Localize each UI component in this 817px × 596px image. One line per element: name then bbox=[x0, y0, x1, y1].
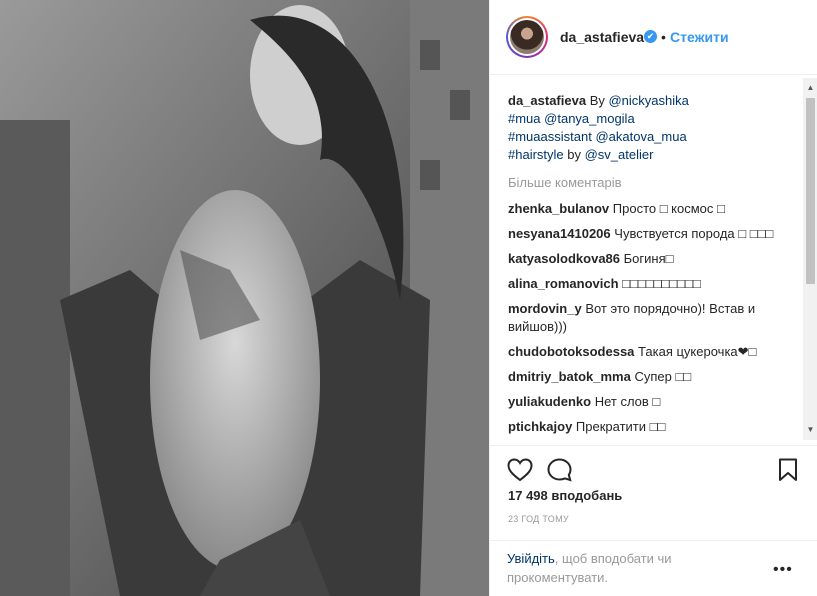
post-photo-art bbox=[0, 0, 489, 596]
comment-text: Такая цукерочка❤□ bbox=[638, 344, 757, 359]
comment-text: Чувствуется порода □ □□□ bbox=[614, 226, 774, 241]
comment-text: Нет слов □ bbox=[594, 394, 661, 409]
caption-mention[interactable]: @nickyashika bbox=[608, 93, 688, 108]
post-photo[interactable] bbox=[0, 0, 489, 596]
comment-row: nesyana1410206 Чувствуется порода □ □□□ bbox=[508, 225, 798, 243]
avatar-ring bbox=[508, 18, 546, 56]
comment-row: ptichkajoy Прекратити □□ bbox=[508, 418, 798, 436]
comment-username[interactable]: nesyana1410206 bbox=[508, 226, 611, 241]
post-header: da_astafieva ✔ • Стежити bbox=[490, 0, 817, 75]
caption-hashtag[interactable]: #muaassistant bbox=[508, 129, 592, 144]
comment-text: □□□□□□□□□□ bbox=[622, 276, 701, 291]
caption-mention[interactable]: @tanya_mogila bbox=[544, 111, 635, 126]
caption-mention[interactable]: @sv_atelier bbox=[585, 147, 654, 162]
caption-text: By bbox=[589, 93, 609, 108]
post-timestamp[interactable]: 23 ГОД ТОМУ bbox=[508, 514, 569, 524]
heart-icon[interactable] bbox=[507, 458, 533, 487]
comment-username[interactable]: dmitriy_batok_mma bbox=[508, 369, 631, 384]
comment-text: Супер □□ bbox=[634, 369, 692, 384]
comment-row: mordovin_y Вот это порядочно)! Встав и в… bbox=[508, 300, 798, 336]
post-footer: Увійдіть, щоб вподобати чи прокоментуват… bbox=[490, 540, 817, 596]
comment-username[interactable]: katyasolodkova86 bbox=[508, 251, 620, 266]
comment-row: katyasolodkova86 Богиня□ bbox=[508, 250, 798, 268]
comment-icon[interactable] bbox=[547, 458, 573, 487]
comment-text: Просто □ космос □ bbox=[612, 201, 725, 216]
comment-text: Богиня□ bbox=[623, 251, 674, 266]
author-username[interactable]: da_astafieva bbox=[560, 29, 644, 45]
comment-row: yuliakudenko Нет слов □ bbox=[508, 393, 798, 411]
scroll-down-arrow-icon[interactable]: ▼ bbox=[803, 424, 817, 436]
comment-username[interactable]: chudobotoksodessa bbox=[508, 344, 634, 359]
comment-username[interactable]: mordovin_y bbox=[508, 301, 582, 316]
avatar-image bbox=[510, 20, 544, 54]
verified-badge-icon: ✔ bbox=[644, 30, 657, 43]
login-prompt: Увійдіть, щоб вподобати чи прокоментуват… bbox=[507, 549, 727, 587]
load-more-comments-button[interactable]: Більше коментарів bbox=[508, 174, 798, 192]
comments-scrollbar[interactable]: ▲ ▼ bbox=[803, 78, 817, 440]
comment-username[interactable]: alina_romanovich bbox=[508, 276, 619, 291]
comment-row: alina_romanovich □□□□□□□□□□ bbox=[508, 275, 798, 293]
comment-row: chudobotoksodessa Такая цукерочка❤□ bbox=[508, 343, 798, 361]
bookmark-icon[interactable] bbox=[777, 458, 799, 487]
caption: da_astafieva By @nickyashika #mua @tanya… bbox=[508, 92, 798, 164]
likes-count[interactable]: 17 498 вподобань bbox=[508, 488, 622, 503]
more-options-icon[interactable]: ••• bbox=[773, 561, 793, 579]
scroll-up-arrow-icon[interactable]: ▲ bbox=[803, 82, 817, 94]
caption-mention[interactable]: @akatova_mua bbox=[595, 129, 686, 144]
instagram-post: da_astafieva ✔ • Стежити da_astafieva By… bbox=[0, 0, 817, 596]
comments-list[interactable]: da_astafieva By @nickyashika #mua @tanya… bbox=[508, 92, 798, 442]
scrollbar-thumb[interactable] bbox=[806, 98, 815, 284]
follow-button[interactable]: Стежити bbox=[670, 29, 729, 45]
comment-row: dmitriy_batok_mma Супер □□ bbox=[508, 368, 798, 386]
comment-text: Прекратити □□ bbox=[575, 419, 666, 434]
header-separator: • bbox=[661, 29, 666, 45]
avatar[interactable] bbox=[506, 16, 548, 58]
caption-hashtag[interactable]: #mua bbox=[508, 111, 541, 126]
comment-row: zhenka_bulanov Просто □ космос □ bbox=[508, 200, 798, 218]
caption-text: by bbox=[563, 147, 585, 162]
comment-username[interactable]: ptichkajoy bbox=[508, 419, 572, 434]
caption-hashtag[interactable]: #hairstyle bbox=[508, 147, 564, 162]
comment-username[interactable]: yuliakudenko bbox=[508, 394, 591, 409]
comment-username[interactable]: zhenka_bulanov bbox=[508, 201, 609, 216]
action-bar bbox=[490, 445, 817, 485]
caption-username[interactable]: da_astafieva bbox=[508, 93, 586, 108]
post-side-panel: da_astafieva ✔ • Стежити da_astafieva By… bbox=[489, 0, 817, 596]
login-link[interactable]: Увійдіть bbox=[507, 551, 555, 566]
